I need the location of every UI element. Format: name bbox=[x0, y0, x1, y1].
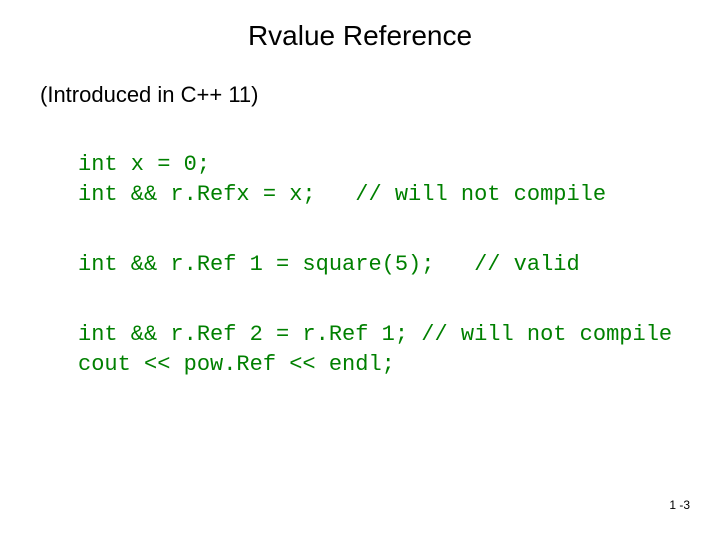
code-line: int x = 0; bbox=[78, 152, 210, 177]
slide-title: Rvalue Reference bbox=[0, 20, 720, 52]
page-number: 1 -3 bbox=[669, 498, 690, 512]
code-line: int && r.Ref 1 = square(5); // valid bbox=[78, 252, 580, 277]
slide-subtitle: (Introduced in C++ 11) bbox=[40, 82, 259, 108]
code-block-1: int x = 0; int && r.Refx = x; // will no… bbox=[78, 150, 606, 209]
code-line: int && r.Refx = x; // will not compile bbox=[78, 182, 606, 207]
code-line: cout << pow.Ref << endl; bbox=[78, 352, 395, 377]
code-block-2: int && r.Ref 1 = square(5); // valid bbox=[78, 250, 580, 280]
code-block-3: int && r.Ref 2 = r.Ref 1; // will not co… bbox=[78, 320, 672, 379]
code-line: int && r.Ref 2 = r.Ref 1; // will not co… bbox=[78, 322, 672, 347]
slide: Rvalue Reference (Introduced in C++ 11) … bbox=[0, 0, 720, 540]
